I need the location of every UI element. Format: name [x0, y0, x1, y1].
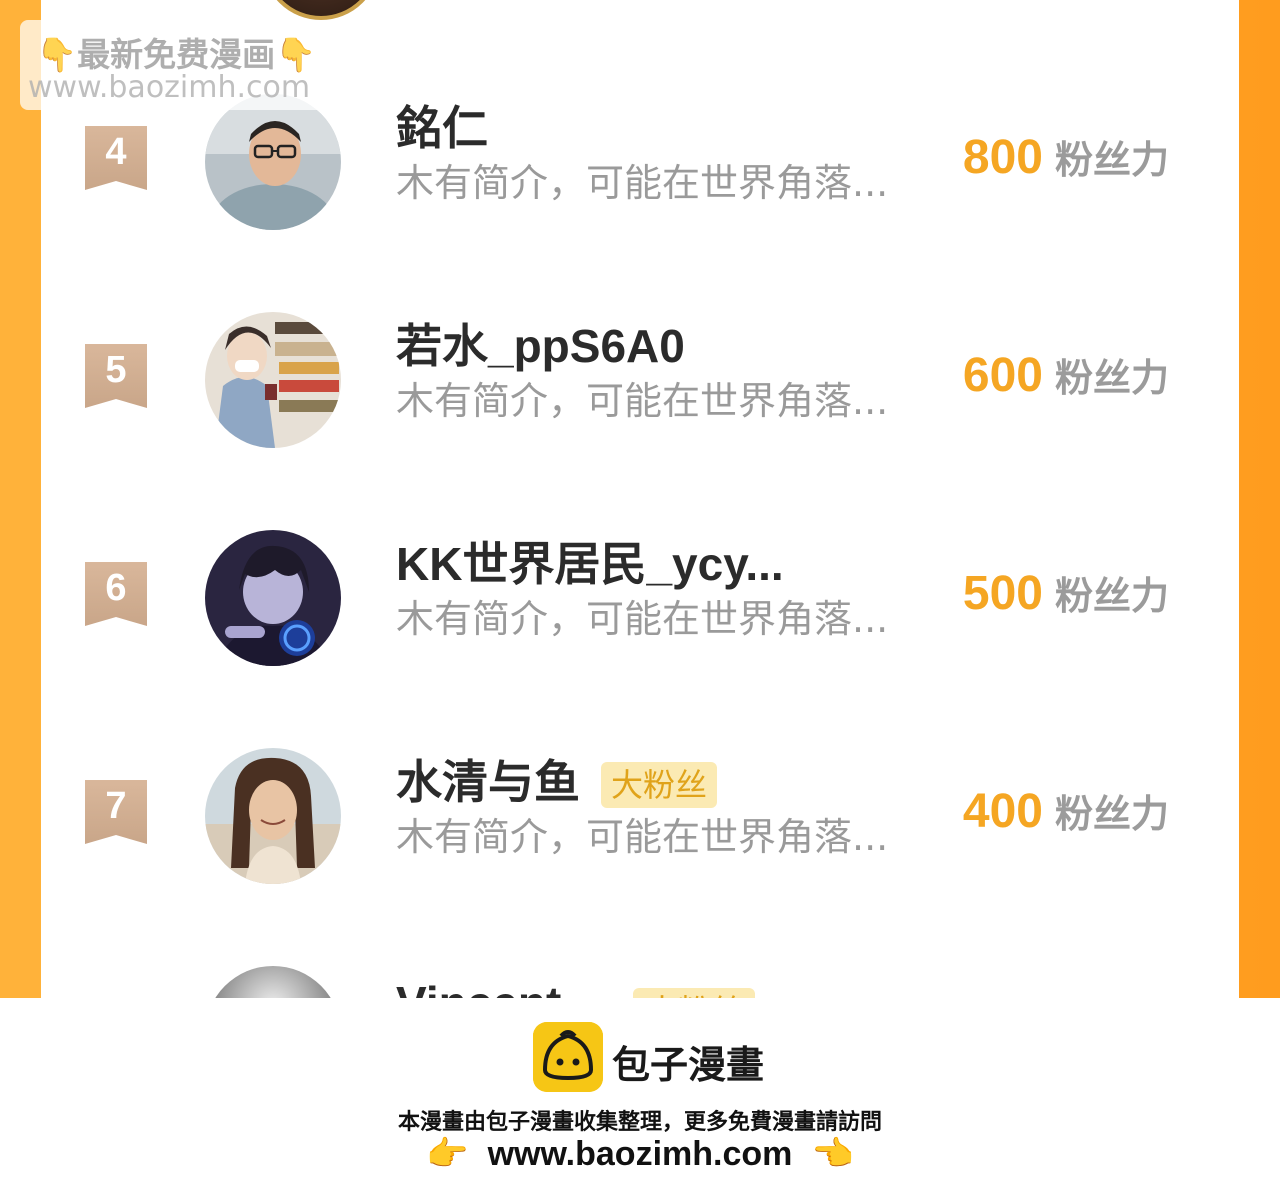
bun-logo-icon — [533, 1022, 603, 1092]
user-name[interactable]: 水清与鱼 — [396, 754, 580, 810]
user-bio: 木有简介，可能在世界角落... — [396, 379, 889, 423]
site-url-link[interactable]: www.baozimh.com — [488, 1135, 793, 1173]
score-unit: 粉丝力 — [1054, 792, 1169, 836]
score-value: 600 — [962, 349, 1043, 402]
footer: 包子漫畫 本漫畫由包子漫畫收集整理，更多免費漫畫請訪問 👉 www.baozim… — [0, 998, 1280, 1199]
list-item[interactable]: Vincent 大粉丝 — [41, 966, 1239, 998]
score-unit: 粉丝力 — [1054, 138, 1169, 182]
user-name[interactable]: Vincent — [396, 976, 561, 998]
page-frame: 4 銘仁 木有简介，可能在世界角落... 800 粉丝力 5 若水_ppS6A0… — [0, 0, 1280, 998]
pointing-right-hand-icon: 👉 — [426, 1134, 469, 1174]
user-bio: 木有简介，可能在世界角落... — [396, 161, 889, 205]
user-name[interactable]: KK世界居民_ycy... — [396, 536, 784, 592]
avatar[interactable] — [205, 94, 341, 230]
avatar[interactable] — [205, 966, 341, 998]
score-value: 400 — [962, 785, 1043, 838]
watermark-title: 👇最新免费漫画👇 — [36, 35, 317, 74]
rank-ribbon: 4 — [85, 126, 147, 190]
fan-power-score: 400 粉丝力 — [963, 782, 1169, 852]
big-fan-badge: 大粉丝 — [633, 988, 755, 998]
avatar[interactable] — [205, 748, 341, 884]
avatar[interactable] — [205, 312, 341, 448]
list-item[interactable]: 5 若水_ppS6A0 木有简介，可能在世界角落... 600 粉丝力 — [41, 312, 1239, 462]
rank-ribbon: 5 — [85, 344, 147, 408]
avatar[interactable] — [205, 530, 341, 666]
rank-ribbon: 6 — [85, 562, 147, 626]
fan-power-score: 500 粉丝力 — [963, 564, 1169, 634]
score-unit: 粉丝力 — [1054, 356, 1169, 400]
rank-ribbon: 7 — [85, 780, 147, 844]
ranking-card: 4 銘仁 木有简介，可能在世界角落... 800 粉丝力 5 若水_ppS6A0… — [41, 0, 1239, 998]
brand-name: 包子漫畫 — [612, 1043, 765, 1087]
score-value: 500 — [962, 567, 1043, 620]
list-item[interactable]: 4 銘仁 木有简介，可能在世界角落... 800 粉丝力 — [41, 94, 1239, 244]
list-item[interactable]: 6 KK世界居民_ycy... 木有简介，可能在世界角落... 500 粉丝力 — [41, 530, 1239, 680]
user-bio: 木有简介，可能在世界角落... — [396, 815, 889, 859]
fan-power-score: 600 粉丝力 — [963, 346, 1169, 416]
pointing-left-hand-icon: 👈 — [811, 1134, 854, 1174]
user-name[interactable]: 若水_ppS6A0 — [396, 318, 685, 374]
score-unit: 粉丝力 — [1054, 574, 1169, 618]
fan-power-score: 800 粉丝力 — [963, 128, 1169, 198]
user-name[interactable]: 銘仁 — [396, 100, 488, 156]
footer-notice: 本漫畫由包子漫畫收集整理，更多免費漫畫請訪問 — [397, 1110, 882, 1135]
watermark-url: www.baozimh.com — [28, 70, 311, 105]
list-item[interactable]: 7 水清与鱼 大粉丝 木有简介，可能在世界角落... 400 粉丝力 — [41, 748, 1239, 898]
avatar[interactable] — [262, 0, 380, 20]
big-fan-badge: 大粉丝 — [601, 762, 718, 808]
score-value: 800 — [962, 131, 1043, 184]
footer-link-row[interactable]: 👉 www.baozimh.com 👈 — [0, 1134, 1280, 1174]
user-bio: 木有简介，可能在世界角落... — [396, 597, 889, 641]
watermark: 👇最新免费漫画👇 www.baozimh.com — [20, 20, 330, 110]
